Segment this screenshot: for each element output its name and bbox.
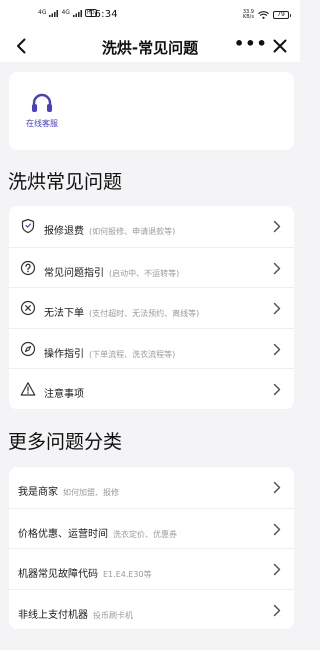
chevron-right-icon bbox=[273, 383, 281, 396]
status-bar: 4G 4G HD 16:34 33.9 KB/s 79 bbox=[0, 0, 300, 30]
faq-item-hint: (下单流程、洗衣流程等) bbox=[89, 349, 176, 359]
faq-item-text: 注意事项 bbox=[44, 382, 89, 401]
category-item-hint: 洗衣定价、优惠券 bbox=[113, 529, 177, 539]
compass-icon bbox=[20, 341, 36, 356]
nav-bar: 洗烘-常见问题 ••• bbox=[0, 30, 300, 62]
signal-bars-icon bbox=[72, 9, 82, 17]
category-item-offline-payment[interactable]: 非线上支付机器 投币刷卡机 bbox=[9, 588, 294, 630]
faq-item-text: 无法下单 (支付超时、无法预约、离线等) bbox=[44, 301, 199, 320]
category-item-title: 价格优惠、运营时间 bbox=[18, 528, 108, 540]
network-speed: 33.9 KB/s bbox=[243, 10, 254, 20]
category-item-text: 我是商家 如何加盟、报修 bbox=[18, 480, 119, 499]
signal-bars-icon bbox=[49, 9, 59, 17]
faq-item-title: 操作指引 bbox=[44, 348, 84, 360]
faq-item-text: 报修退费 (如何报修、申请退款等) bbox=[44, 219, 175, 238]
category-item-error-codes[interactable]: 机器常见故障代码 E1.E4.E30等 bbox=[9, 548, 294, 589]
category-item-merchant[interactable]: 我是商家 如何加盟、报修 bbox=[9, 467, 294, 508]
faq-item-operation-guide[interactable]: 操作指引 (下单流程、洗衣流程等) bbox=[9, 327, 294, 369]
question-circle-icon bbox=[20, 260, 36, 275]
category-item-text: 机器常见故障代码 E1.E4.E30等 bbox=[18, 562, 152, 581]
faq-item-repair-refund[interactable]: 报修退费 (如何报修、申请退款等) bbox=[9, 206, 294, 247]
more-section-title: 更多问题分类 bbox=[8, 431, 123, 453]
signal-4g-label-1: 4G bbox=[38, 9, 47, 16]
online-service-label: 在线客服 bbox=[26, 119, 58, 128]
chevron-right-icon bbox=[273, 481, 281, 494]
chevron-right-icon bbox=[273, 262, 281, 274]
faq-item-notes[interactable]: 注意事项 bbox=[9, 368, 294, 409]
headset-icon bbox=[32, 93, 52, 112]
chevron-right-icon bbox=[273, 523, 281, 535]
faq-item-title: 报修退费 bbox=[44, 226, 84, 237]
more-category-list: 我是商家 如何加盟、报修 价格优惠、运营时间 洗衣定价、优惠券 机器常见故障代码 E1… bbox=[9, 467, 294, 629]
more-button[interactable]: ••• bbox=[234, 35, 267, 55]
signal-4g-label-2: 4G bbox=[61, 9, 70, 16]
shield-icon bbox=[21, 218, 35, 234]
battery-indicator: 79 bbox=[273, 11, 291, 19]
category-item-text: 价格优惠、运营时间 洗衣定价、优惠券 bbox=[18, 522, 177, 541]
online-service-button[interactable]: 在线客服 bbox=[20, 92, 64, 129]
category-item-pricing[interactable]: 价格优惠、运营时间 洗衣定价、优惠券 bbox=[9, 507, 294, 549]
category-item-hint: E1.E4.E30等 bbox=[103, 570, 152, 579]
service-card: 在线客服 bbox=[9, 72, 294, 150]
category-item-title: 我是商家 bbox=[18, 487, 58, 498]
faq-item-title: 无法下单 bbox=[44, 308, 84, 319]
faq-item-hint: (启动中、不运转等) bbox=[109, 268, 180, 278]
category-item-text: 非线上支付机器 投币刷卡机 bbox=[18, 603, 133, 622]
x-circle-icon bbox=[20, 300, 36, 316]
network-speed-unit: KB/s bbox=[242, 14, 254, 20]
faq-item-hint: (如何报修、申请退款等) bbox=[89, 227, 176, 236]
warning-icon bbox=[20, 382, 36, 396]
faq-item-common-issues[interactable]: 常见问题指引 (启动中、不运转等) bbox=[9, 246, 294, 288]
wifi-icon bbox=[258, 11, 269, 19]
close-icon bbox=[273, 39, 287, 53]
faq-section-title: 洗烘常见问题 bbox=[8, 171, 123, 193]
chevron-right-icon bbox=[273, 604, 281, 616]
faq-item-hint: (支付超时、无法预约、离线等) bbox=[89, 309, 200, 318]
category-item-title: 非线上支付机器 bbox=[18, 609, 88, 621]
faq-list: 报修退费 (如何报修、申请退款等) 常见问题指引 (启动中、不运转等) 无法下单 (支… bbox=[9, 206, 294, 409]
status-time: 16:34 bbox=[88, 9, 118, 20]
faq-item-text: 操作指引 (下单流程、洗衣流程等) bbox=[44, 342, 175, 361]
chevron-right-icon bbox=[273, 343, 281, 355]
faq-item-title: 常见问题指引 bbox=[44, 267, 104, 279]
chevron-right-icon bbox=[273, 220, 281, 233]
faq-item-cannot-order[interactable]: 无法下单 (支付超时、无法预约、离线等) bbox=[9, 287, 294, 328]
category-item-hint: 如何加盟、报修 bbox=[63, 488, 119, 497]
faq-item-title: 注意事项 bbox=[44, 389, 84, 400]
category-item-title: 机器常见故障代码 bbox=[18, 569, 98, 580]
category-item-hint: 投币刷卡机 bbox=[93, 610, 133, 620]
chevron-right-icon bbox=[273, 563, 281, 576]
close-button[interactable] bbox=[270, 36, 290, 56]
status-right: 33.9 KB/s 79 bbox=[243, 10, 291, 20]
faq-item-text: 常见问题指引 (启动中、不运转等) bbox=[44, 261, 179, 280]
chevron-right-icon bbox=[273, 302, 281, 315]
